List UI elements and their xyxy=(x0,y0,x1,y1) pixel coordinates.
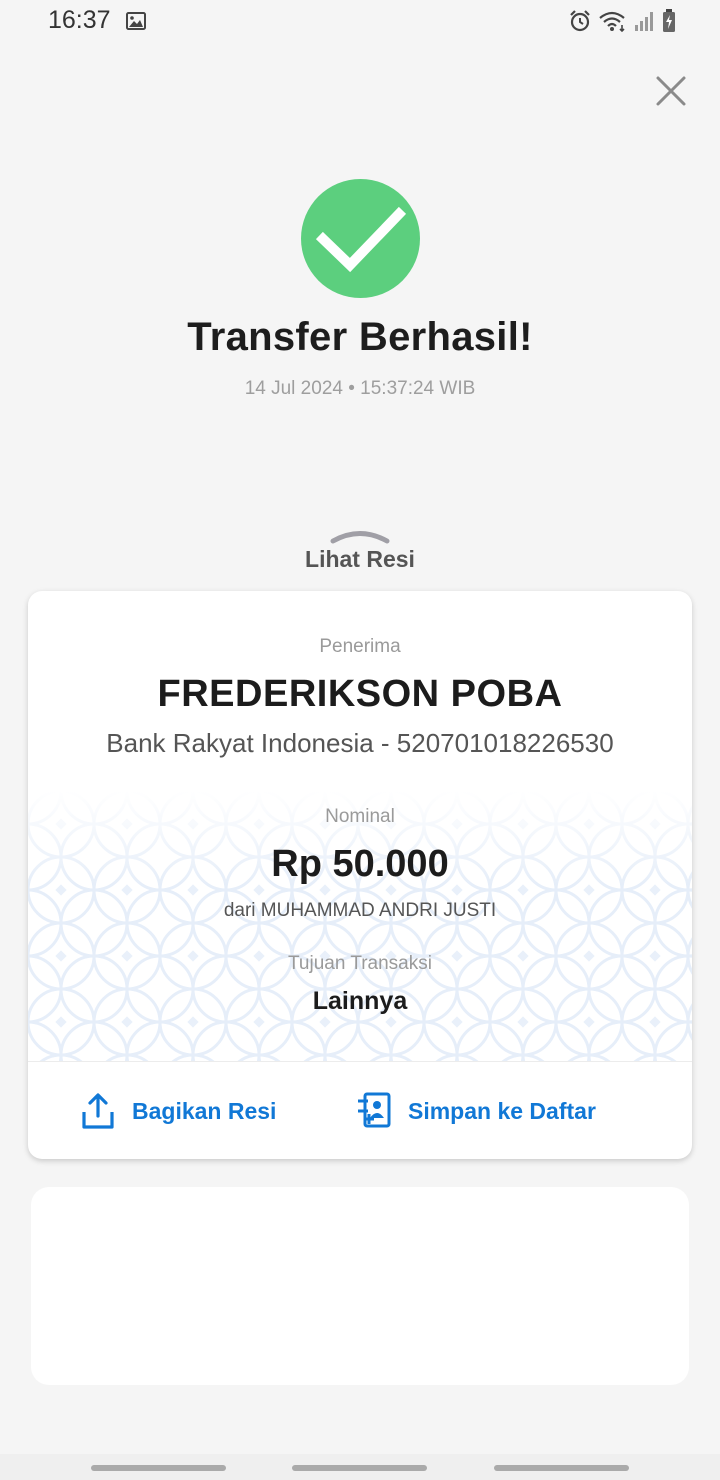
receipt-card: Penerima FREDERIKSON POBA Bank Rakyat In… xyxy=(28,591,692,1159)
battery-icon xyxy=(662,9,676,33)
wifi-icon xyxy=(598,9,628,33)
status-time: 16:37 xyxy=(48,6,111,34)
purpose-label: Tujuan Transaksi xyxy=(288,953,432,974)
recipient-name: FREDERIKSON POBA xyxy=(157,673,563,715)
transaction-datetime: 14 Jul 2024 • 15:37:24 WIB xyxy=(244,378,476,399)
alarm-icon xyxy=(568,9,592,33)
recipient-bank-account: Bank Rakyat Indonesia - 520701018226530 xyxy=(106,728,614,758)
transfer-amount: Rp 50.000 xyxy=(271,843,449,885)
view-receipt-toggle[interactable]: Lihat Resi xyxy=(0,528,720,573)
share-icon xyxy=(82,1093,114,1129)
placeholder-card xyxy=(31,1187,689,1385)
page-title: Transfer Berhasil! xyxy=(187,315,533,359)
nav-back-button[interactable] xyxy=(494,1465,629,1471)
signal-icon xyxy=(634,10,656,32)
view-receipt-label: Lihat Resi xyxy=(305,546,415,572)
check-circle-icon xyxy=(301,179,420,298)
share-receipt-label: Bagikan Resi xyxy=(132,1097,277,1124)
system-nav-bar xyxy=(0,1454,720,1480)
nav-home-button[interactable] xyxy=(292,1465,427,1471)
save-to-list-button[interactable]: Simpan ke Daftar xyxy=(356,1089,596,1133)
gallery-icon xyxy=(126,12,146,30)
sender-name: dari MUHAMMAD ANDRI JUSTI xyxy=(223,900,497,921)
add-contact-icon xyxy=(358,1092,391,1128)
share-receipt-button[interactable]: Bagikan Resi xyxy=(80,1089,276,1133)
transaction-purpose: Lainnya xyxy=(312,987,408,1015)
amount-label: Nominal xyxy=(325,806,395,827)
recipient-label: Penerima xyxy=(319,636,401,657)
save-to-list-label: Simpan ke Daftar xyxy=(408,1097,596,1124)
divider xyxy=(28,1061,692,1062)
status-bar: 16:37 xyxy=(0,0,720,44)
close-icon xyxy=(656,76,686,106)
close-button[interactable] xyxy=(652,72,690,110)
nav-recent-button[interactable] xyxy=(91,1465,226,1471)
chevron-up-icon xyxy=(330,531,390,544)
background-pattern xyxy=(28,791,692,1061)
